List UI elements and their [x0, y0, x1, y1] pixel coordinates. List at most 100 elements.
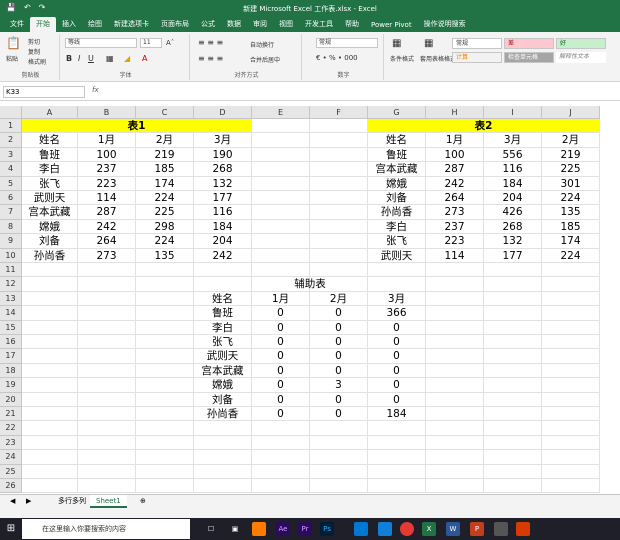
- helper-cell[interactable]: 366: [368, 306, 426, 321]
- row-header[interactable]: 7: [0, 205, 22, 220]
- grid-cell[interactable]: [310, 263, 368, 278]
- table2-cell[interactable]: 1月: [426, 133, 484, 148]
- helper-cell[interactable]: 0: [252, 349, 310, 364]
- grid-cell[interactable]: [136, 378, 194, 393]
- table1-cell[interactable]: 224: [136, 191, 194, 206]
- grid-cell[interactable]: [484, 320, 542, 335]
- grid-cell[interactable]: [78, 407, 136, 422]
- helper-cell[interactable]: 0: [252, 363, 310, 379]
- style-good[interactable]: 好: [556, 38, 606, 49]
- percent-icon[interactable]: € • % • 000: [316, 54, 358, 62]
- row-header[interactable]: 14: [0, 306, 22, 321]
- grid-cell[interactable]: [368, 450, 426, 465]
- helper-cell[interactable]: 武则天: [194, 349, 252, 364]
- row-header[interactable]: 3: [0, 147, 22, 163]
- italic-button[interactable]: I: [78, 54, 80, 63]
- table1-cell[interactable]: 223: [78, 176, 136, 191]
- table2-cell[interactable]: 鲁班: [368, 147, 426, 163]
- sheet-tab-sheet1[interactable]: Sheet1: [90, 495, 127, 508]
- helper-cell[interactable]: 0: [252, 335, 310, 350]
- table2-cell[interactable]: 426: [484, 205, 542, 220]
- grid-cell[interactable]: [194, 464, 252, 479]
- conditional-format-button[interactable]: 条件格式: [390, 54, 414, 63]
- font-grow-icon[interactable]: Aˆ: [166, 39, 174, 47]
- grid-cell[interactable]: [252, 479, 310, 494]
- column-header[interactable]: H: [426, 106, 484, 119]
- grid-cell[interactable]: [426, 464, 484, 479]
- helper-cell[interactable]: 0: [368, 320, 426, 335]
- grid-cell[interactable]: [252, 133, 310, 148]
- grid-cell[interactable]: [252, 119, 310, 134]
- table1-cell[interactable]: 鲁班: [22, 147, 78, 163]
- grid-cell[interactable]: [542, 407, 600, 422]
- table2-cell[interactable]: 225: [542, 162, 600, 177]
- row-header[interactable]: 25: [0, 464, 22, 479]
- excel-taskbar-icon[interactable]: X: [422, 522, 436, 536]
- tab-review[interactable]: 审阅: [247, 19, 273, 32]
- grid-cell[interactable]: [368, 479, 426, 494]
- grid-cell[interactable]: [310, 421, 368, 436]
- grid-cell[interactable]: [310, 464, 368, 479]
- grid-cell[interactable]: [426, 306, 484, 321]
- grid-cell[interactable]: [252, 450, 310, 465]
- row-header[interactable]: 20: [0, 392, 22, 407]
- table2-cell[interactable]: 287: [426, 162, 484, 177]
- row-header[interactable]: 17: [0, 349, 22, 364]
- grid-cell[interactable]: [426, 320, 484, 335]
- grid-cell[interactable]: [368, 435, 426, 451]
- helper-cell[interactable]: 2月: [310, 291, 368, 307]
- grid-cell[interactable]: [310, 133, 368, 148]
- grid-cell[interactable]: [542, 450, 600, 465]
- helper-cell[interactable]: 0: [252, 407, 310, 422]
- helper-cell[interactable]: 0: [310, 335, 368, 350]
- helper-cell[interactable]: 0: [310, 306, 368, 321]
- grid-cell[interactable]: [22, 479, 78, 494]
- table2-cell[interactable]: 185: [542, 219, 600, 235]
- grid-cell[interactable]: [310, 219, 368, 235]
- row-header[interactable]: 12: [0, 277, 22, 292]
- grid-cell[interactable]: [22, 435, 78, 451]
- grid-cell[interactable]: [252, 162, 310, 177]
- grid-cell[interactable]: [136, 277, 194, 292]
- table1-cell[interactable]: 264: [78, 234, 136, 249]
- tab-help[interactable]: 帮助: [339, 19, 365, 32]
- grid-cell[interactable]: [22, 464, 78, 479]
- helper-cell[interactable]: 0: [252, 378, 310, 393]
- row-header[interactable]: 21: [0, 407, 22, 422]
- grid-cell[interactable]: [194, 277, 252, 292]
- table1-cell[interactable]: 273: [78, 248, 136, 263]
- grid-cell[interactable]: [426, 277, 484, 292]
- conditional-format-icon[interactable]: ▦: [392, 38, 401, 49]
- table1-cell[interactable]: 2月: [136, 133, 194, 148]
- table1-cell[interactable]: 116: [194, 205, 252, 220]
- tab-draw[interactable]: 绘图: [82, 19, 108, 32]
- column-header[interactable]: B: [78, 106, 136, 119]
- grid-cell[interactable]: [22, 320, 78, 335]
- helper-cell[interactable]: 0: [368, 349, 426, 364]
- table1-cell[interactable]: 张飞: [22, 176, 78, 191]
- table2-cell[interactable]: 177: [484, 248, 542, 263]
- helper-cell[interactable]: 宫本武藏: [194, 363, 252, 379]
- table2-cell[interactable]: 114: [426, 248, 484, 263]
- helper-cell[interactable]: 0: [310, 407, 368, 422]
- grid-cell[interactable]: [22, 363, 78, 379]
- grid-cell[interactable]: [310, 248, 368, 263]
- table2-cell[interactable]: 嫦娥: [368, 176, 426, 191]
- grid-cell[interactable]: [194, 421, 252, 436]
- sheet-tab-multi[interactable]: 多行多列: [52, 495, 92, 508]
- row-header[interactable]: 26: [0, 479, 22, 494]
- helper-cell[interactable]: 0: [310, 363, 368, 379]
- task-view-icon[interactable]: ☐: [204, 522, 218, 536]
- app3-icon[interactable]: [516, 522, 530, 536]
- table1-cell[interactable]: 174: [136, 176, 194, 191]
- grid-cell[interactable]: [426, 263, 484, 278]
- grid-cell[interactable]: [252, 191, 310, 206]
- name-box[interactable]: K33: [3, 86, 85, 98]
- row-header[interactable]: 16: [0, 335, 22, 350]
- grid-cell[interactable]: [484, 335, 542, 350]
- row-header[interactable]: 5: [0, 176, 22, 191]
- grid-cell[interactable]: [310, 205, 368, 220]
- table2-cell[interactable]: 224: [542, 191, 600, 206]
- grid-cell[interactable]: [368, 263, 426, 278]
- table1-cell[interactable]: 177: [194, 191, 252, 206]
